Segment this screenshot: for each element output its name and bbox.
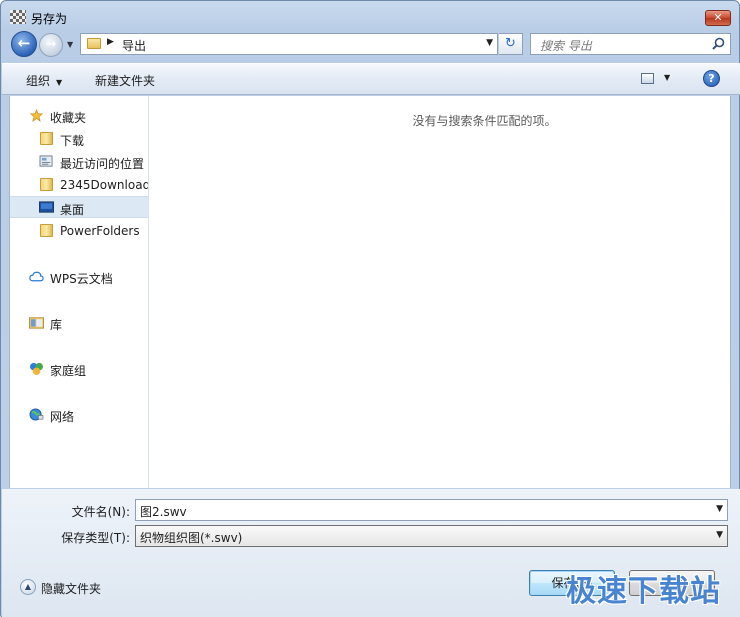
filetype-select[interactable]: 织物组织图(*.swv) ▼ bbox=[135, 525, 728, 547]
cloud-icon bbox=[29, 271, 44, 282]
command-bar: 组织 ▼ 新建文件夹 ▼ ? bbox=[2, 63, 740, 95]
sidebar-item-label: 库 bbox=[50, 318, 63, 332]
sidebar-item-downloads[interactable]: 下载 bbox=[10, 128, 148, 150]
sidebar-item-label: 网络 bbox=[50, 410, 75, 424]
navigation-pane: 收藏夹 下载 最近访问的位置 2345Download 桌面 PowerFold… bbox=[9, 96, 149, 488]
breadcrumb-current[interactable]: 导出 bbox=[122, 37, 146, 54]
sidebar-item-network[interactable]: 网络 bbox=[10, 404, 148, 426]
forward-button[interactable]: → bbox=[39, 33, 63, 57]
address-dropdown-icon[interactable]: ▼ bbox=[486, 38, 493, 48]
search-placeholder: 搜索 导出 bbox=[540, 39, 592, 53]
refresh-button[interactable]: ↻ bbox=[499, 33, 523, 55]
sidebar-item-2345download[interactable]: 2345Download bbox=[10, 174, 148, 196]
view-options-dropdown-icon[interactable]: ▼ bbox=[664, 73, 670, 82]
recent-locations-dropdown-icon[interactable]: ▼ bbox=[67, 40, 73, 49]
address-bar[interactable]: ▶ 导出 ▼ bbox=[80, 33, 498, 55]
chevron-up-icon: ▲ bbox=[20, 579, 36, 595]
navigation-bar: ← → ▼ ▶ 导出 ▼ ↻ 搜索 导出 bbox=[1, 31, 739, 59]
sidebar-item-recent-places[interactable]: 最近访问的位置 bbox=[10, 151, 148, 173]
sidebar-item-wps-cloud[interactable]: WPS云文档 bbox=[10, 266, 148, 288]
sidebar-item-label: 家庭组 bbox=[50, 364, 87, 378]
watermark: 极速下载站 bbox=[566, 574, 721, 609]
star-icon bbox=[29, 109, 44, 122]
back-button[interactable]: ← bbox=[11, 31, 37, 57]
folder-icon bbox=[87, 38, 101, 49]
sidebar-item-label: PowerFolders bbox=[60, 224, 140, 238]
library-icon bbox=[29, 317, 44, 329]
filename-label: 文件名(N): bbox=[71, 505, 130, 519]
sidebar-item-label: 下载 bbox=[60, 134, 85, 148]
sidebar-item-label: 最近访问的位置 bbox=[60, 157, 145, 171]
change-view-icon[interactable] bbox=[641, 73, 654, 84]
organize-label: 组织 bbox=[26, 74, 51, 88]
title-bar: 另存为 ✕ bbox=[1, 1, 739, 31]
sidebar-item-favorites[interactable]: 收藏夹 bbox=[10, 105, 148, 127]
sidebar-item-label: 收藏夹 bbox=[50, 111, 87, 125]
sidebar-item-label: 桌面 bbox=[60, 203, 85, 217]
folder-icon bbox=[40, 224, 53, 237]
filename-value: 图2.swv bbox=[140, 505, 187, 519]
empty-results-message: 没有与搜索条件匹配的项。 bbox=[412, 114, 557, 128]
save-as-dialog: 另存为 ✕ ← → ▼ ▶ 导出 ▼ ↻ 搜索 导出 组织 ▼ 新建文件夹 ▼ ? bbox=[0, 0, 740, 617]
download-folder-icon bbox=[40, 132, 53, 145]
organize-menu-button[interactable]: 组织 ▼ bbox=[26, 72, 62, 89]
filename-field[interactable]: 图2.swv ▼ bbox=[135, 499, 728, 521]
new-folder-button[interactable]: 新建文件夹 bbox=[95, 72, 155, 89]
folder-icon bbox=[40, 178, 53, 191]
hide-folders-label: 隐藏文件夹 bbox=[41, 582, 102, 596]
sidebar-item-homegroup[interactable]: 家庭组 bbox=[10, 358, 148, 380]
breadcrumb-chevron-icon[interactable]: ▶ bbox=[107, 37, 114, 47]
filetype-value: 织物组织图(*.swv) bbox=[140, 531, 243, 545]
sidebar-item-desktop[interactable]: 桌面 bbox=[10, 196, 148, 218]
app-icon bbox=[10, 10, 26, 24]
chevron-down-icon[interactable]: ▼ bbox=[716, 504, 723, 514]
desktop-icon bbox=[39, 201, 54, 213]
recent-places-icon bbox=[39, 155, 53, 167]
sidebar-item-label: WPS云文档 bbox=[50, 272, 113, 286]
filetype-label: 保存类型(T): bbox=[61, 531, 130, 545]
search-icon[interactable] bbox=[712, 37, 725, 50]
search-input[interactable]: 搜索 导出 bbox=[530, 33, 731, 55]
window-title: 另存为 bbox=[31, 12, 68, 26]
close-button[interactable]: ✕ bbox=[705, 10, 731, 26]
file-list[interactable]: 没有与搜索条件匹配的项。 bbox=[149, 96, 731, 488]
network-icon bbox=[29, 408, 44, 421]
sidebar-item-label: 2345Download bbox=[60, 178, 149, 192]
chevron-down-icon: ▼ bbox=[56, 78, 63, 87]
help-button[interactable]: ? bbox=[703, 70, 720, 87]
sidebar-item-powerfolders[interactable]: PowerFolders bbox=[10, 220, 148, 242]
chevron-down-icon: ▼ bbox=[716, 530, 723, 540]
sidebar-item-libraries[interactable]: 库 bbox=[10, 312, 148, 334]
homegroup-icon bbox=[30, 362, 43, 375]
